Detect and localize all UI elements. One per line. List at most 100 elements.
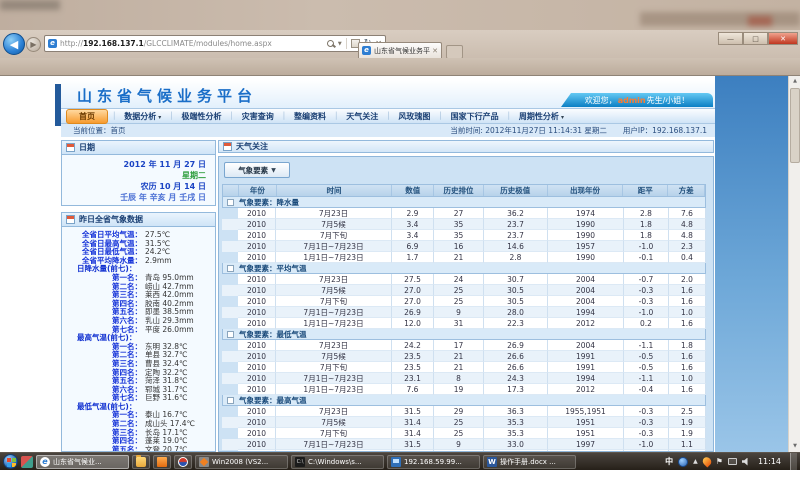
- show-desktop-button[interactable]: [790, 453, 797, 471]
- column-header: 距平: [623, 185, 668, 196]
- table-cell: 1.7: [392, 252, 434, 263]
- table-cell: 7月1日~7月23日: [276, 241, 392, 252]
- taskbar-button[interactable]: [132, 455, 150, 469]
- back-button[interactable]: ◀: [3, 33, 25, 55]
- table-cell: 1990: [548, 230, 624, 241]
- scroll-down-icon[interactable]: ▼: [789, 441, 800, 452]
- forward-button[interactable]: ▶: [26, 37, 41, 52]
- pinned-app-icon[interactable]: [21, 456, 33, 468]
- row-spacer: [222, 219, 238, 230]
- table-cell: 1.0: [669, 307, 706, 318]
- table-cell: 1957: [548, 241, 624, 252]
- table-row: 20107月23日31.52936.31955,1951-0.32.5: [222, 406, 706, 417]
- table-cell: 7月5候: [276, 351, 392, 362]
- table-cell: 16: [434, 241, 484, 252]
- taskbar-button[interactable]: Win2008 (VS2...: [195, 455, 288, 469]
- table-cell: 2.0: [669, 274, 706, 285]
- minimize-button[interactable]: —: [718, 32, 743, 45]
- table-cell: 6.9: [392, 241, 434, 252]
- screenshot-bottom-padding: [0, 470, 800, 500]
- table-cell: 21: [434, 351, 484, 362]
- taskbar-button[interactable]: [153, 455, 171, 469]
- menu-item-7[interactable]: 风玫瑰图: [390, 111, 438, 122]
- table-cell: 31.5: [392, 406, 434, 417]
- taskbar-button[interactable]: [174, 455, 192, 469]
- table-cell: 7月5候: [276, 285, 392, 296]
- start-button[interactable]: [3, 454, 18, 469]
- yesterday-box-title: 昨日全省气象数据: [79, 214, 143, 225]
- menu-item-8[interactable]: 国家下行产品: [443, 111, 507, 122]
- column-header: 年份: [239, 185, 277, 196]
- table-cell: 2.8: [484, 252, 548, 263]
- menu-item-2[interactable]: 数据分析 ▾: [116, 111, 169, 122]
- table-cell: 2010: [238, 373, 276, 384]
- action-center-flag-icon[interactable]: ⚑: [716, 457, 723, 466]
- table-cell: 2010: [238, 252, 276, 263]
- table-cell: 1951: [548, 417, 624, 428]
- vertical-scrollbar[interactable]: ▲ ▼: [788, 76, 800, 452]
- taskbar-button[interactable]: e山东省气候业...: [36, 455, 129, 469]
- date-box: 日期 2012 年 11 月 27 日 星期二 农历 10 月 14 日 壬辰 …: [61, 140, 216, 206]
- new-tab-button[interactable]: [446, 45, 463, 59]
- table-cell: 2010: [238, 219, 276, 230]
- divider: [346, 38, 347, 49]
- taskbar-clock[interactable]: 11:14: [758, 457, 781, 466]
- table-cell: 21: [434, 252, 484, 263]
- background-window-shadow: [0, 0, 60, 10]
- table-cell: 1990: [548, 252, 624, 263]
- group-checkbox[interactable]: [227, 397, 234, 404]
- menu-item-3[interactable]: 极端性分析: [174, 111, 230, 122]
- table-cell: 1.9: [669, 417, 706, 428]
- table-cell: 26.9: [392, 307, 434, 318]
- address-bar[interactable]: e http://192.168.137.1/GLCCLIMATE/module…: [44, 35, 386, 52]
- menu-item-1[interactable]: 首页: [66, 109, 108, 124]
- row-spacer: [222, 274, 238, 285]
- taskbar-button[interactable]: C:\C:\Windows\s...: [291, 455, 384, 469]
- browser-tab[interactable]: e 山东省气候业务平... ✕: [358, 42, 442, 58]
- table-cell: 14.6: [484, 241, 548, 252]
- table-row: 20101月1日~7月23日7.61917.32012-0.41.6: [222, 384, 706, 395]
- menu-item-9[interactable]: 周期性分析 ▾: [511, 111, 572, 122]
- volume-icon[interactable]: [742, 458, 750, 466]
- close-button[interactable]: ✕: [768, 32, 798, 45]
- remote-icon: [391, 457, 401, 467]
- weather-table: 年份时间数值历史排位历史极值出现年份距平方差气象要素：降水量20107月23日2…: [222, 184, 706, 452]
- column-header: 时间: [277, 185, 393, 196]
- menu-item-5[interactable]: 整编资料: [286, 111, 334, 122]
- table-row: 20107月1日~7月23日6.91614.61957-1.02.3: [222, 241, 706, 252]
- scroll-up-icon[interactable]: ▲: [789, 76, 800, 87]
- group-checkbox[interactable]: [227, 265, 234, 272]
- table-cell: -1.0: [624, 241, 669, 252]
- table-cell: 9: [434, 307, 484, 318]
- folder-icon: [136, 457, 146, 467]
- row-spacer: [222, 208, 238, 219]
- search-dropdown-icon[interactable]: ▼: [338, 41, 342, 47]
- table-row: 20107月1日~7月23日26.9928.01994-1.01.0: [222, 307, 706, 318]
- table-cell: 1951: [548, 428, 624, 439]
- chevron-down-icon: ▾: [156, 114, 161, 121]
- ime-indicator[interactable]: 中: [665, 456, 673, 467]
- taskbar-button[interactable]: 192.168.59.99...: [387, 455, 480, 469]
- network-status-icon[interactable]: [728, 458, 737, 465]
- table-header-row: 年份时间数值历史排位历史极值出现年份距平方差: [222, 184, 706, 197]
- network-globe-icon[interactable]: [678, 457, 688, 467]
- table-cell: 22.3: [484, 318, 548, 329]
- table-cell: 30.5: [484, 285, 548, 296]
- group-checkbox[interactable]: [227, 199, 234, 206]
- element-filter-button[interactable]: 气象要素▼: [224, 162, 290, 178]
- search-icon[interactable]: [327, 40, 334, 47]
- table-cell: -0.1: [624, 252, 669, 263]
- table-cell: 7月1日~7月23日: [276, 373, 392, 384]
- menu-item-4[interactable]: 灾害查询: [234, 111, 282, 122]
- table-cell: 21: [434, 362, 484, 373]
- table-cell: 24.2: [392, 340, 434, 351]
- menu-item-6[interactable]: 天气关注: [338, 111, 386, 122]
- tab-close-icon[interactable]: ✕: [432, 47, 438, 55]
- group-checkbox[interactable]: [227, 331, 234, 338]
- taskbar-button[interactable]: W操作手册.docx ...: [483, 455, 576, 469]
- flame-tray-icon[interactable]: [701, 455, 713, 467]
- maximize-button[interactable]: □: [743, 32, 768, 45]
- hidden-icons-arrow[interactable]: ▲: [693, 458, 698, 465]
- scrollbar-thumb[interactable]: [790, 88, 800, 163]
- url-text: http://192.168.137.1/GLCCLIMATE/modules/…: [60, 39, 323, 48]
